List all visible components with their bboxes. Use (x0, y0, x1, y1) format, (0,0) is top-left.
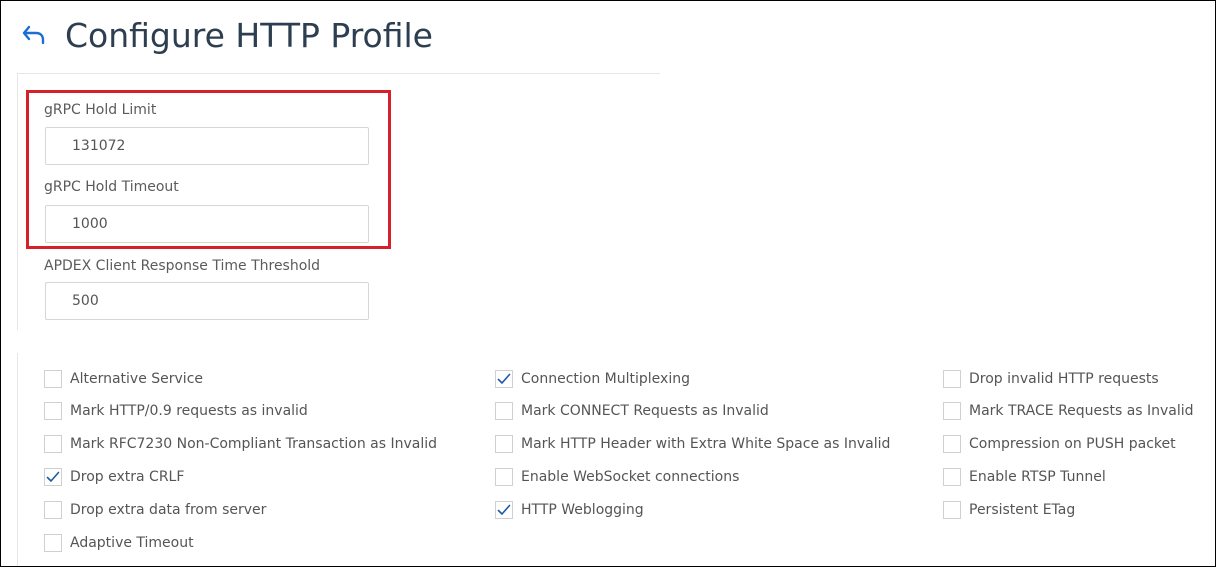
checkbox-box[interactable] (495, 370, 513, 388)
checkbox-label: Drop invalid HTTP requests (969, 371, 1159, 387)
checkbox-box[interactable] (943, 468, 961, 486)
apdex-threshold-label: APDEX Client Response Time Threshold (44, 258, 321, 274)
checkbox-label: Adaptive Timeout (70, 535, 194, 551)
checkbox-label: Mark RFC7230 Non-Compliant Transaction a… (70, 436, 438, 452)
checkbox-http-weblogging[interactable]: HTTP Weblogging (495, 500, 644, 520)
checkbox-mark-trace-invalid[interactable]: Mark TRACE Requests as Invalid (943, 401, 1194, 421)
checkbox-box[interactable] (943, 501, 961, 519)
checkbox-drop-invalid-requests[interactable]: Drop invalid HTTP requests (943, 369, 1159, 389)
page-header: Configure HTTP Profile (19, 15, 433, 55)
checkbox-mark-http09-invalid[interactable]: Mark HTTP/0.9 requests as invalid (44, 401, 308, 421)
checkbox-enable-rtsp-tunnel[interactable]: Enable RTSP Tunnel (943, 467, 1106, 487)
checkbox-label: HTTP Weblogging (521, 502, 644, 518)
checkbox-box[interactable] (44, 435, 62, 453)
checkbox-box[interactable] (495, 435, 513, 453)
checkbox-connection-multiplexing[interactable]: Connection Multiplexing (495, 369, 690, 389)
checkbox-label: Mark TRACE Requests as Invalid (969, 403, 1194, 419)
checkbox-box[interactable] (495, 468, 513, 486)
checkbox-label: Mark CONNECT Requests as Invalid (521, 403, 769, 419)
checkbox-box[interactable] (44, 370, 62, 388)
checkbox-label: Mark HTTP Header with Extra White Space … (521, 436, 891, 452)
checkbox-label: Connection Multiplexing (521, 371, 690, 387)
checkbox-label: Compression on PUSH packet (969, 436, 1176, 452)
checkmark-icon (497, 373, 511, 384)
checkbox-enable-websocket[interactable]: Enable WebSocket connections (495, 467, 739, 487)
checkbox-box[interactable] (44, 402, 62, 420)
page-title: Configure HTTP Profile (65, 15, 433, 55)
checkbox-persistent-etag[interactable]: Persistent ETag (943, 500, 1075, 520)
checkbox-label: Drop extra CRLF (70, 469, 185, 485)
checkbox-label: Enable WebSocket connections (521, 469, 740, 485)
checkbox-label: Drop extra data from server (70, 502, 267, 518)
back-arrow-icon[interactable] (19, 20, 49, 50)
checkbox-mark-rfc7230-invalid[interactable]: Mark RFC7230 Non-Compliant Transaction a… (44, 434, 437, 454)
checkbox-drop-extra-crlf[interactable]: Drop extra CRLF (44, 467, 184, 487)
checkbox-drop-extra-data[interactable]: Drop extra data from server (44, 500, 266, 520)
highlight-box (26, 90, 391, 249)
checkbox-mark-connect-invalid[interactable]: Mark CONNECT Requests as Invalid (495, 401, 769, 421)
configure-http-profile-page: Configure HTTP Profile gRPC Hold Limit 1… (0, 0, 1216, 567)
checkbox-box[interactable] (495, 501, 513, 519)
checkbox-label: Enable RTSP Tunnel (969, 469, 1106, 485)
checkmark-icon (497, 504, 511, 515)
checkbox-box[interactable] (44, 468, 62, 486)
apdex-threshold-input[interactable]: 500 (45, 282, 369, 320)
checkbox-box[interactable] (44, 534, 62, 552)
checkbox-box[interactable] (943, 402, 961, 420)
checkmark-icon (46, 471, 60, 482)
checkbox-label: Persistent ETag (969, 502, 1076, 518)
checkbox-label: Alternative Service (70, 371, 203, 387)
checkbox-box[interactable] (44, 501, 62, 519)
checkbox-box[interactable] (943, 435, 961, 453)
checkbox-box[interactable] (495, 402, 513, 420)
checkbox-mark-header-whitespace-invalid[interactable]: Mark HTTP Header with Extra White Space … (495, 434, 890, 454)
checkbox-adaptive-timeout[interactable]: Adaptive Timeout (44, 533, 194, 553)
checkbox-alternative-service[interactable]: Alternative Service (44, 369, 203, 389)
checkbox-box[interactable] (943, 370, 961, 388)
checkbox-label: Mark HTTP/0.9 requests as invalid (70, 403, 308, 419)
checkbox-compression-push[interactable]: Compression on PUSH packet (943, 434, 1176, 454)
